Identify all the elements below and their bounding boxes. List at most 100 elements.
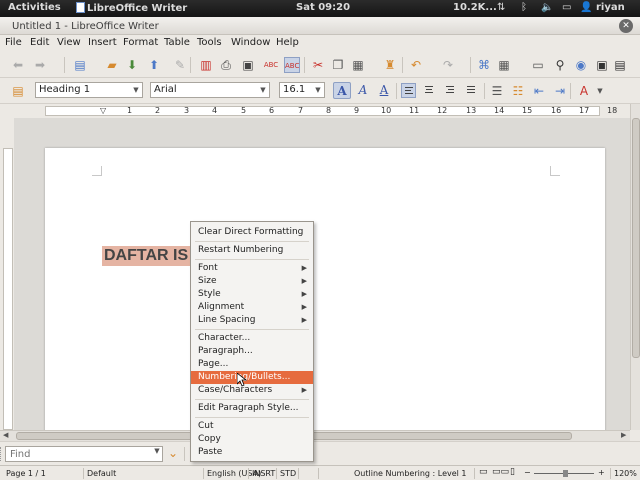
document-canvas[interactable]: DAFTAR IS [14, 118, 630, 438]
menu-item-restart-numbering[interactable]: Restart Numbering [191, 244, 313, 257]
menu-item-paragraph[interactable]: Paragraph... [191, 345, 313, 358]
menu-item-numbering-bullets[interactable]: Numbering/Bullets... [191, 371, 313, 384]
menu-format[interactable]: Format [123, 37, 158, 48]
activities-button[interactable]: Activities [8, 2, 61, 13]
navigator-icon[interactable]: ◉ [573, 57, 589, 73]
copy-icon[interactable]: ❐ [330, 57, 346, 73]
chevron-down-icon[interactable]: ▼ [592, 83, 608, 99]
edit-file-icon[interactable]: ✎ [172, 57, 188, 73]
bold-icon[interactable]: A [333, 82, 351, 99]
horizontal-scrollbar[interactable]: ◀ ▶ [0, 430, 630, 441]
hyperlink-icon[interactable]: ⌘ [476, 57, 492, 73]
undo-icon[interactable]: ↶ [408, 57, 424, 73]
font-size-combo[interactable]: 16.1 ▼ [279, 82, 325, 98]
export-pdf-icon[interactable]: ▥ [198, 57, 214, 73]
bluetooth-icon[interactable]: ᛒ [521, 2, 527, 13]
app-menu[interactable]: LibreOffice Writer [76, 2, 187, 14]
cut-icon[interactable]: ✂ [310, 57, 326, 73]
autospellcheck-icon[interactable]: ABC [284, 57, 300, 73]
chevron-down-icon[interactable]: ▼ [257, 83, 269, 97]
data-sources-icon[interactable]: ▤ [612, 57, 628, 73]
open-icon[interactable]: ▰ [104, 57, 120, 73]
clock[interactable]: Sat 09:20 [296, 2, 350, 13]
bullets-icon[interactable]: ☷ [510, 83, 526, 99]
align-center-icon[interactable] [422, 83, 437, 98]
save-icon[interactable]: ⬇ [124, 57, 140, 73]
menu-item-style[interactable]: Style ▶ [191, 288, 313, 301]
clone-formatting-icon[interactable]: ♜ [382, 57, 398, 73]
chevron-down-icon[interactable]: ▼ [130, 83, 142, 97]
menu-edit[interactable]: Edit [30, 37, 49, 48]
menu-item-copy[interactable]: Copy [191, 433, 313, 446]
vertical-scroll-thumb[interactable] [632, 118, 640, 358]
menu-item-line-spacing[interactable]: Line Spacing ▶ [191, 314, 313, 327]
show-draw-icon[interactable]: ▭ [530, 57, 546, 73]
toolbar-grip[interactable] [0, 447, 3, 461]
vertical-ruler[interactable] [0, 118, 14, 430]
print-preview-icon[interactable]: ▣ [240, 57, 256, 73]
increase-indent-icon[interactable]: ⇥ [552, 83, 568, 99]
menu-item-alignment[interactable]: Alignment ▶ [191, 301, 313, 314]
menu-view[interactable]: View [57, 37, 81, 48]
menu-file[interactable]: File [5, 37, 22, 48]
spellcheck-icon[interactable]: ABC [263, 57, 279, 73]
styles-formatting-icon[interactable]: ▤ [10, 83, 26, 99]
new-document-icon[interactable]: ▤ [72, 57, 88, 73]
book-view-icon[interactable]: ▯ [510, 467, 515, 477]
selection-mode[interactable]: STD [280, 469, 296, 478]
battery-icon[interactable]: ▭ [562, 2, 571, 13]
network-icon[interactable]: ⇅ [497, 2, 505, 13]
underline-icon[interactable]: A [375, 82, 393, 99]
italic-icon[interactable]: A [354, 82, 372, 99]
close-icon[interactable]: ✕ [619, 19, 633, 33]
find-input[interactable] [5, 446, 163, 462]
insert-mode[interactable]: INSRT [252, 469, 275, 478]
menu-help[interactable]: Help [276, 37, 299, 48]
page-count[interactable]: Page 1 / 1 [6, 469, 46, 478]
menu-item-clear-direct-formatting[interactable]: Clear Direct Formatting [191, 226, 313, 239]
menu-item-page[interactable]: Page... [191, 358, 313, 371]
user-menu[interactable]: riyan [596, 2, 625, 13]
single-page-view-icon[interactable]: ▭ [479, 467, 488, 477]
ruler-tab-marker[interactable]: ▽ [100, 106, 106, 115]
menu-insert[interactable]: Insert [88, 37, 117, 48]
font-name-combo[interactable]: Arial ▼ [150, 82, 270, 98]
scroll-left-icon[interactable]: ◀ [3, 431, 8, 439]
align-right-icon[interactable] [443, 83, 458, 98]
paste-icon[interactable]: ▦ [350, 57, 366, 73]
export-icon[interactable]: ⬆ [146, 57, 162, 73]
scroll-right-icon[interactable]: ▶ [621, 431, 626, 439]
zoom-level[interactable]: 120% [614, 469, 637, 478]
horizontal-ruler[interactable]: ▽ 1 2 3 4 5 6 7 8 9 10 11 12 13 14 15 16… [0, 104, 630, 118]
gallery-icon[interactable]: ▣ [594, 57, 610, 73]
menu-item-case-characters[interactable]: Case/Characters ▶ [191, 384, 313, 397]
menu-item-character[interactable]: Character... [191, 332, 313, 345]
chevron-down-icon[interactable]: ▼ [312, 83, 324, 97]
menu-table[interactable]: Table [164, 37, 190, 48]
align-left-icon[interactable] [401, 83, 416, 98]
menu-item-size[interactable]: Size ▶ [191, 275, 313, 288]
document-page[interactable]: DAFTAR IS [45, 148, 605, 438]
paragraph-style-combo[interactable]: Heading 1 ▼ [35, 82, 143, 98]
heading-text[interactable]: DAFTAR IS [102, 246, 191, 266]
find-replace-icon[interactable]: ⚲ [552, 57, 568, 73]
network-indicator[interactable]: 10.2K... [453, 2, 497, 13]
redo-icon[interactable]: ↷ [440, 57, 456, 73]
back-icon[interactable]: ⬅ [10, 57, 26, 73]
vertical-scrollbar[interactable] [630, 104, 640, 430]
print-icon[interactable]: ⎙ [218, 57, 234, 73]
zoom-in-icon[interactable]: + [598, 468, 605, 477]
forward-icon[interactable]: ➡ [32, 57, 48, 73]
window-titlebar[interactable]: Untitled 1 - LibreOffice Writer ✕ [0, 17, 640, 35]
menu-window[interactable]: Window [231, 37, 270, 48]
page-style[interactable]: Default [87, 469, 116, 478]
multi-page-view-icon[interactable]: ▭▭ [492, 467, 509, 477]
zoom-out-icon[interactable]: − [524, 468, 531, 477]
volume-icon[interactable]: 🔈 [541, 2, 553, 13]
numbering-icon[interactable]: ☰ [489, 83, 505, 99]
menu-item-paste[interactable]: Paste [191, 446, 313, 459]
table-icon[interactable]: ▦ [496, 57, 512, 73]
menu-item-edit-paragraph-style[interactable]: Edit Paragraph Style... [191, 402, 313, 415]
menu-tools[interactable]: Tools [197, 37, 222, 48]
zoom-slider-thumb[interactable] [563, 470, 568, 477]
